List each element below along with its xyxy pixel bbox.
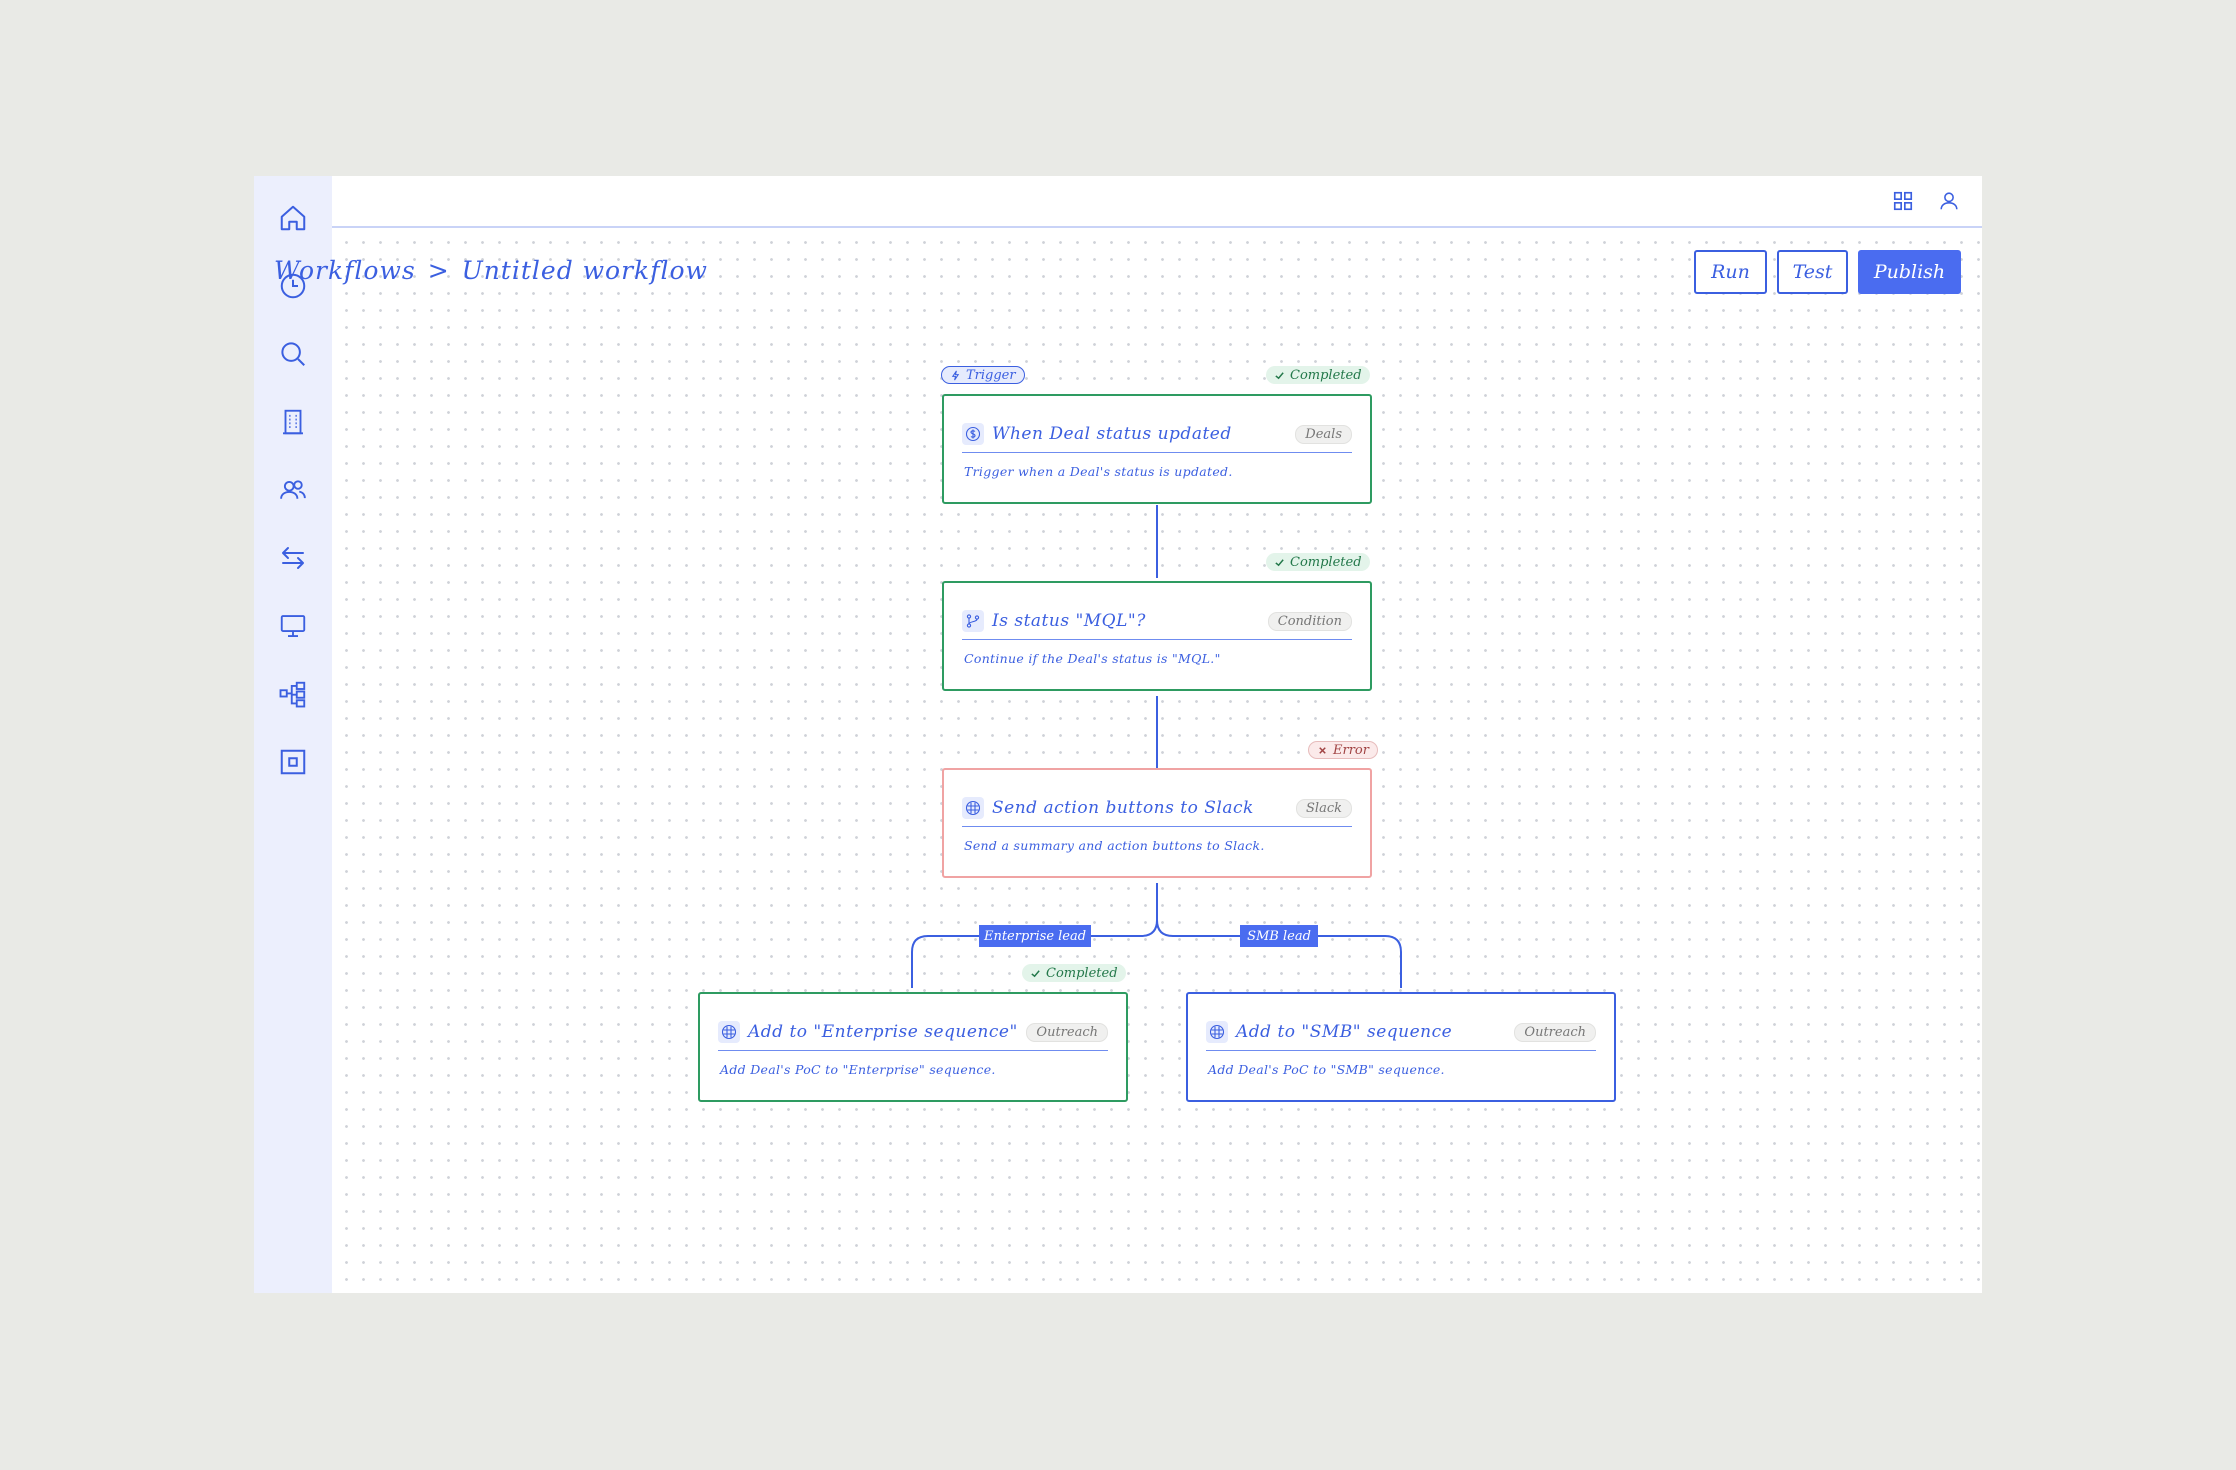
node-tag: Slack <box>1296 798 1352 818</box>
top-bar <box>332 176 1982 228</box>
breadcrumb-separator: > <box>427 256 450 285</box>
branch-label-enterprise[interactable]: Enterprise lead <box>979 925 1091 947</box>
workflow-node-smb-sequence[interactable]: Add to "SMB" sequence Outreach Add Deal'… <box>1186 992 1616 1102</box>
breadcrumb-current: Untitled workflow <box>461 256 708 285</box>
node-description: Add Deal's PoC to "Enterprise" sequence. <box>720 1062 996 1077</box>
sidebar-item-sync[interactable] <box>269 534 317 582</box>
outreach-icon <box>721 1024 737 1040</box>
workflow-canvas[interactable] <box>332 228 1982 1293</box>
check-icon <box>1275 371 1284 379</box>
users-icon <box>280 480 306 499</box>
outreach-icon <box>1209 1024 1225 1040</box>
sidebar-item-companies[interactable] <box>269 398 317 446</box>
node-tag: Outreach <box>1514 1022 1596 1042</box>
branch-icon <box>966 614 980 628</box>
node-description: Trigger when a Deal's status is updated. <box>964 464 1233 479</box>
node-title: Add to "SMB" sequence <box>1236 1022 1453 1042</box>
node-tag: Outreach <box>1026 1022 1108 1042</box>
status-badge: Completed <box>1266 366 1370 384</box>
node-tag: Condition <box>1267 611 1352 631</box>
building-icon <box>283 409 303 435</box>
sidebar-item-settings[interactable] <box>269 738 317 786</box>
check-icon <box>1031 969 1040 977</box>
breadcrumb: Workflows > Untitled workflow <box>274 256 708 285</box>
check-icon <box>1275 558 1284 566</box>
search-icon <box>281 342 305 366</box>
monitor-icon <box>280 615 306 637</box>
node-title: When Deal status updated <box>992 424 1232 444</box>
sidebar-item-display[interactable] <box>269 602 317 650</box>
status-badge: Completed <box>1022 964 1126 982</box>
workflow-tree-icon <box>279 681 306 708</box>
square-target-icon <box>280 749 306 775</box>
workflow-node-slack[interactable]: Send action buttons to Slack Slack Send … <box>942 768 1372 878</box>
node-title: Add to "Enterprise sequence" <box>748 1022 1018 1042</box>
workflow-node-condition[interactable]: Is status "MQL"? Condition Continue if t… <box>942 581 1372 691</box>
sidebar-item-home[interactable] <box>269 194 317 242</box>
workflow-node-trigger[interactable]: When Deal status updated Deals Trigger w… <box>942 394 1372 504</box>
home-icon <box>280 205 306 231</box>
lightning-icon <box>951 370 960 380</box>
node-description: Add Deal's PoC to "SMB" sequence. <box>1208 1062 1445 1077</box>
workflow-node-enterprise-sequence[interactable]: Add to "Enterprise sequence" Outreach Ad… <box>698 992 1128 1102</box>
grid-icon <box>1893 191 1913 211</box>
node-title: Is status "MQL"? <box>992 611 1146 631</box>
status-badge: Error <box>1308 741 1378 759</box>
trigger-badge: Trigger <box>941 366 1025 384</box>
arrows-swap-icon <box>282 547 304 569</box>
sidebar-item-people[interactable] <box>269 466 317 514</box>
apps-grid-button[interactable] <box>1888 186 1918 216</box>
breadcrumb-workflows-link[interactable]: Workflows <box>274 256 416 285</box>
node-description: Continue if the Deal's status is "MQL." <box>964 651 1221 666</box>
app-window <box>254 176 1982 1293</box>
node-description: Send a summary and action buttons to Sla… <box>964 838 1265 853</box>
slack-icon <box>965 800 981 816</box>
run-button[interactable]: Run <box>1694 250 1767 294</box>
profile-button[interactable] <box>1934 186 1964 216</box>
sidebar-item-workflows[interactable] <box>269 670 317 718</box>
dollar-icon <box>965 426 981 442</box>
node-tag: Deals <box>1295 424 1352 444</box>
sidebar-item-search[interactable] <box>269 330 317 378</box>
test-button[interactable]: Test <box>1777 250 1848 294</box>
user-icon <box>1940 192 1958 210</box>
status-badge: Completed <box>1266 553 1370 571</box>
branch-label-smb[interactable]: SMB lead <box>1240 925 1318 947</box>
node-title: Send action buttons to Slack <box>992 798 1254 818</box>
publish-button[interactable]: Publish <box>1858 250 1961 294</box>
sidebar <box>254 176 332 1293</box>
x-icon <box>1319 746 1326 754</box>
